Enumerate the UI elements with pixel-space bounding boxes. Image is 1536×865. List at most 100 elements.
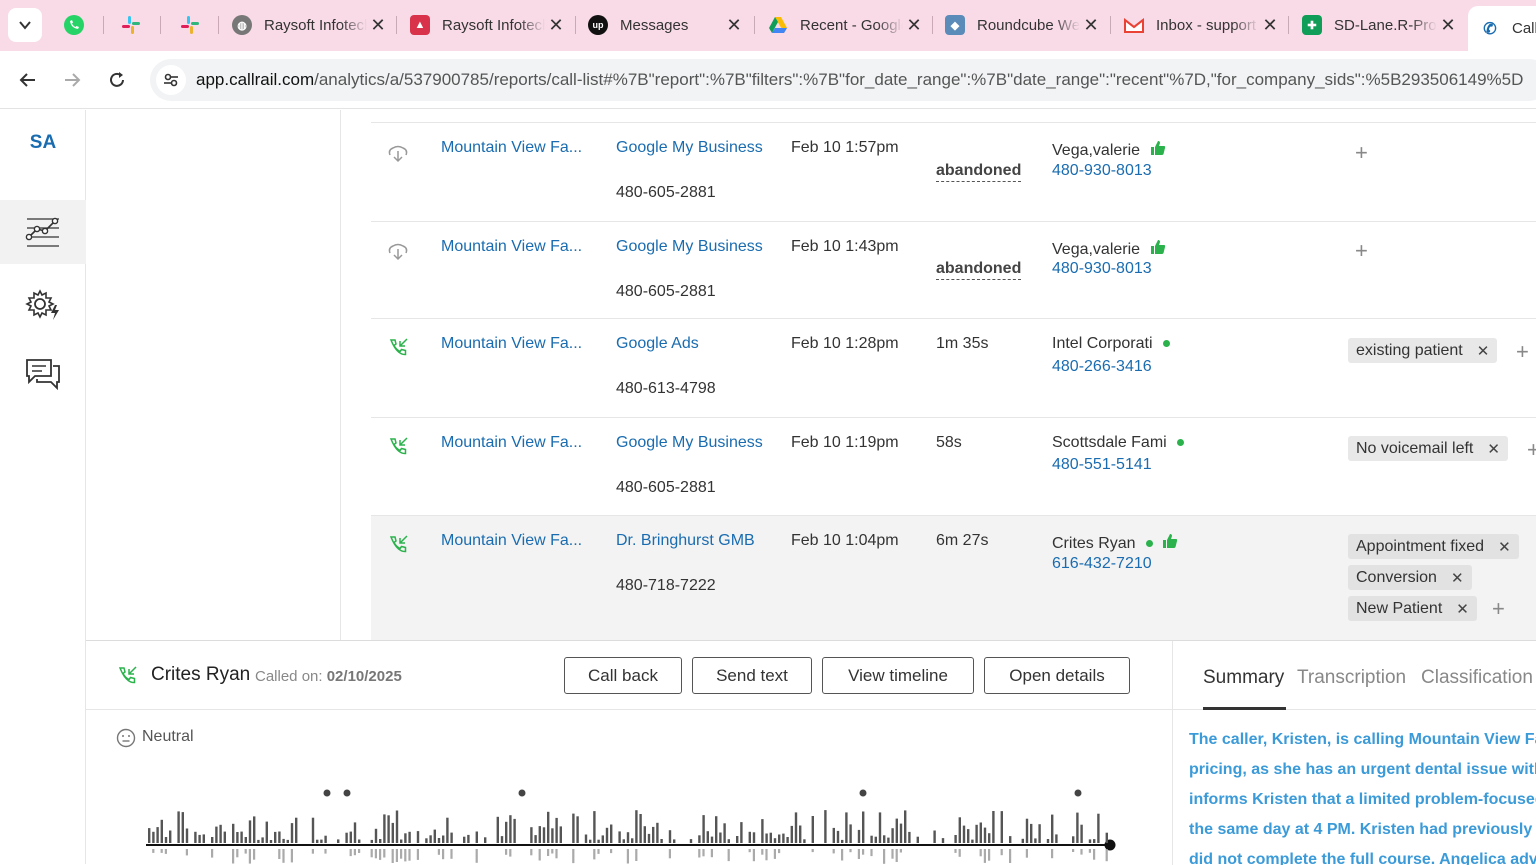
add-tag-button[interactable]: + <box>1355 238 1368 264</box>
forward-button[interactable] <box>57 65 87 95</box>
waveform-bar <box>908 831 911 843</box>
waveform-bar <box>1038 824 1041 843</box>
account-avatar[interactable]: SA <box>0 132 86 154</box>
caller-phone[interactable]: 480-930-8013 <box>1052 162 1152 180</box>
back-button[interactable] <box>13 65 43 95</box>
inbound-call-icon <box>116 665 138 692</box>
source-link[interactable]: Google My Business <box>616 434 763 452</box>
call-status[interactable]: abandoned <box>936 162 1022 182</box>
waveform-bar <box>870 835 873 843</box>
waveform-bar <box>849 849 852 853</box>
company-link[interactable]: Mountain View Fa... <box>441 532 582 550</box>
waveform-bar <box>278 831 281 843</box>
call-status[interactable]: abandoned <box>936 260 1022 280</box>
waveform-bar <box>311 849 314 854</box>
tab-roundcube[interactable]: ◆ Roundcube Webmail ✕ <box>933 8 1108 42</box>
nav-analytics[interactable] <box>0 200 86 264</box>
view-timeline-button[interactable]: View timeline <box>822 657 974 694</box>
waveform-bar <box>773 838 777 843</box>
nav-automation-settings[interactable] <box>0 272 86 336</box>
waveform-bar <box>353 822 357 843</box>
send-text-button[interactable]: Send text <box>692 657 812 694</box>
tab-google-sheets[interactable]: ✚ SD-Lane.R-Pro ✕ <box>1290 8 1465 42</box>
nav-conversations[interactable] <box>0 342 86 406</box>
call-back-button[interactable]: Call back <box>564 657 682 694</box>
call-time: Feb 10 1:43pm <box>791 238 899 255</box>
tab-raysoft-1[interactable]: ◍ Raysoft Infotech ✕ <box>220 8 395 42</box>
add-tag-button[interactable]: + <box>1527 437 1536 463</box>
caller-phone[interactable]: 480-266-3416 <box>1052 358 1152 376</box>
call-row[interactable]: Mountain View Fa... Google Ads 480-613-4… <box>371 319 1536 418</box>
waveform-bar <box>639 814 642 843</box>
call-row[interactable]: Mountain View Fa... Google My Business 4… <box>371 222 1536 319</box>
waveform-bar <box>836 830 840 843</box>
source-link[interactable]: Google My Business <box>616 139 763 157</box>
company-link[interactable]: Mountain View Fa... <box>441 434 582 452</box>
close-icon[interactable]: ✕ <box>903 15 925 36</box>
waveform-bar <box>358 849 361 853</box>
tab-search-button[interactable] <box>8 8 42 42</box>
caller-phone[interactable]: 480-930-8013 <box>1052 260 1152 278</box>
tab-messages[interactable]: up Messages ✕ <box>576 8 751 42</box>
source-link[interactable]: Dr. Bringhurst GMB <box>616 532 755 550</box>
caller-name-text: Vega,valerie <box>1052 142 1141 159</box>
remove-tag-icon[interactable]: ✕ <box>1498 538 1511 556</box>
call-row[interactable]: Mountain View Fa... Google My Business 4… <box>371 418 1536 516</box>
close-icon[interactable]: ✕ <box>545 15 567 36</box>
call-row-selected[interactable]: Mountain View Fa... Dr. Bringhurst GMB 4… <box>371 516 1536 640</box>
close-icon[interactable]: ✕ <box>1259 15 1281 36</box>
waveform-bar <box>736 836 739 843</box>
tab-gmail[interactable]: Inbox - support ✕ <box>1112 8 1287 42</box>
company-link[interactable]: Mountain View Fa... <box>441 139 582 157</box>
pinned-tab-slack-1[interactable] <box>117 11 145 39</box>
add-tag-button[interactable]: + <box>1516 339 1529 365</box>
add-tag-button[interactable]: + <box>1492 596 1505 622</box>
call-row[interactable]: Mountain View Fa... Google My Business 4… <box>371 123 1536 222</box>
waveform-bar <box>849 824 852 843</box>
open-details-button[interactable]: Open details <box>984 657 1130 694</box>
waveform-bar <box>232 823 235 843</box>
reload-button[interactable] <box>102 65 132 95</box>
waveform-bar <box>689 839 693 843</box>
waveform-bar <box>236 832 239 843</box>
close-icon[interactable]: ✕ <box>367 15 389 36</box>
waveform-bar <box>979 822 982 843</box>
close-icon[interactable]: ✕ <box>1437 15 1459 36</box>
waveform-bar <box>542 827 546 843</box>
waveform-bar <box>710 849 713 858</box>
pinned-tab-slack-2[interactable] <box>176 11 204 39</box>
tab-summary[interactable]: Summary <box>1203 667 1284 689</box>
company-link[interactable]: Mountain View Fa... <box>441 238 582 256</box>
url-host: app.callrail.com <box>196 70 315 89</box>
tab-google-drive[interactable]: Recent - Google Drive ✕ <box>756 8 931 42</box>
close-icon[interactable]: ✕ <box>1080 15 1102 36</box>
tab-classification[interactable]: Classification <box>1421 667 1533 689</box>
remove-tag-icon[interactable]: ✕ <box>1487 440 1500 458</box>
tab-callrail-active[interactable]: ✆ Call <box>1468 6 1536 51</box>
waveform-bar <box>257 839 260 843</box>
call-time: Feb 10 1:19pm <box>791 434 899 451</box>
remove-tag-icon[interactable]: ✕ <box>1451 569 1464 587</box>
remove-tag-icon[interactable]: ✕ <box>1456 600 1469 618</box>
waveform-bar <box>395 849 398 862</box>
tab-raysoft-2[interactable]: ▲ Raysoft Infotech ✕ <box>398 8 573 42</box>
close-icon[interactable]: ✕ <box>723 15 745 36</box>
waveform-bar <box>698 849 701 858</box>
caller-phone[interactable]: 480-551-5141 <box>1052 456 1152 474</box>
called-on: Called on: 02/10/2025 <box>255 668 402 685</box>
tracking-number: 480-613-4798 <box>616 380 716 397</box>
site-info-button[interactable] <box>156 65 186 95</box>
add-tag-button[interactable]: + <box>1355 140 1368 166</box>
source-link[interactable]: Google My Business <box>616 238 763 256</box>
address-bar[interactable]: app.callrail.com/analytics/a/537900785/r… <box>150 59 1536 101</box>
caller-phone[interactable]: 616-432-7210 <box>1052 555 1152 573</box>
company-link[interactable]: Mountain View Fa... <box>441 335 582 353</box>
waveform-bar <box>1051 814 1054 843</box>
pinned-tab-whatsapp[interactable] <box>60 11 88 39</box>
tab-transcription[interactable]: Transcription <box>1297 667 1406 689</box>
audio-waveform[interactable] <box>142 777 1162 865</box>
inbound-call-icon <box>387 436 409 463</box>
source-link[interactable]: Google Ads <box>616 335 699 353</box>
remove-tag-icon[interactable]: ✕ <box>1477 342 1490 360</box>
waveform-bar <box>295 817 298 843</box>
